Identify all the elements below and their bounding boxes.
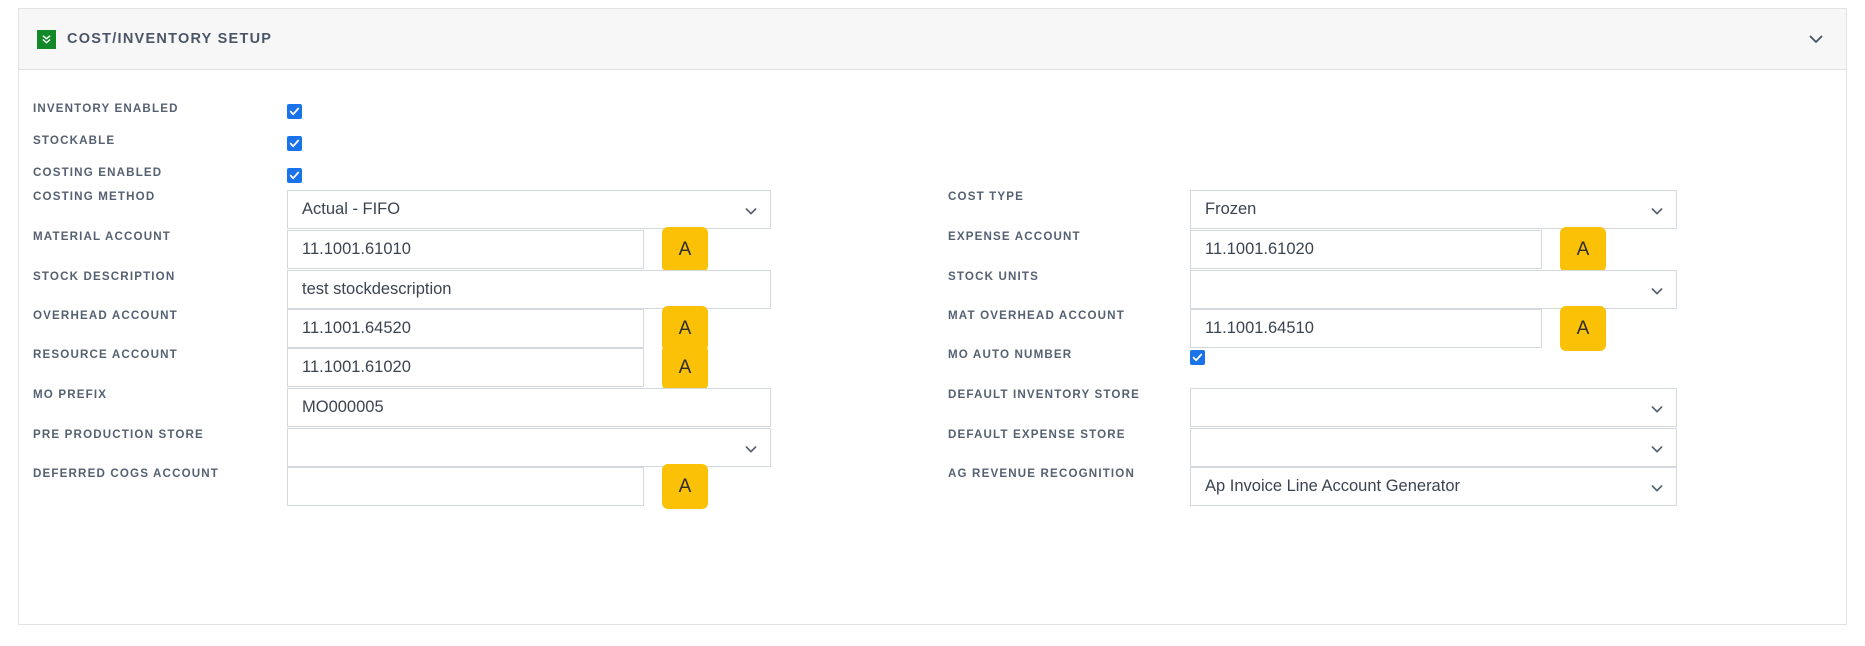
field-row-stock-description: STOCK DESCRIPTION test stockdescription [19,270,934,309]
field-control-pre-production-store [287,428,771,467]
chevron-down-icon[interactable] [1649,191,1665,228]
select-value-ag-revenue-recognition: Ap Invoice Line Account Generator [1205,477,1460,495]
field-label-costing-method: COSTING METHOD [33,190,156,203]
field-label-stock-units: STOCK UNITS [948,270,1040,283]
select-value-cost-type: Frozen [1205,200,1257,218]
field-label-mat-overhead-account: MAT OVERHEAD ACCOUNT [948,309,1125,322]
field-control-overhead-account: 11.1001.64520 A [287,306,708,351]
select-default-inventory-store[interactable] [1190,388,1677,427]
field-row-pre-production-store: PRE PRODUCTION STORE [19,428,934,467]
field-row-overhead-account: OVERHEAD ACCOUNT 11.1001.64520 A [19,306,934,351]
field-control-stock-description: test stockdescription [287,270,771,309]
field-control-mo-prefix: MO000005 [287,388,771,427]
field-row-costing-method: COSTING METHOD Actual - FIFO [19,190,934,229]
checkbox-inventory-enabled[interactable] [287,104,302,119]
chevron-down-icon[interactable] [1806,29,1826,49]
field-label-ag-revenue-recognition: AG REVENUE RECOGNITION [948,467,1135,480]
input-expense-account[interactable]: 11.1001.61020 [1190,230,1542,269]
chevron-down-icon[interactable] [743,429,759,466]
input-stock-description[interactable]: test stockdescription [287,270,771,309]
input-mat-overhead-account[interactable]: 11.1001.64510 [1190,309,1542,348]
select-value-costing-method: Actual - FIFO [302,200,401,218]
field-control-deferred-cogs-account: A [287,464,708,509]
field-control-cost-type: Frozen [1190,190,1677,229]
checkbox-stockable[interactable] [287,136,302,151]
chevron-down-icon[interactable] [1649,389,1665,426]
field-row-expense-account: EXPENSE ACCOUNT 11.1001.61020 A [934,227,1848,272]
checkbox-mo-auto-number[interactable] [1190,350,1205,365]
field-label-costing-enabled: COSTING ENABLED [33,166,163,179]
field-label-stock-description: STOCK DESCRIPTION [33,270,176,283]
account-generator-button-deferred-cogs-account[interactable]: A [662,464,708,509]
select-stock-units[interactable] [1190,270,1677,309]
select-pre-production-store[interactable] [287,428,771,467]
field-control-costing-enabled [287,167,302,183]
select-ag-revenue-recognition[interactable]: Ap Invoice Line Account Generator [1190,467,1677,506]
panel-body: INVENTORY ENABLED STOCKABLE COSTING ENABLE… [18,70,1847,625]
account-generator-button-material-account[interactable]: A [662,227,708,272]
field-control-material-account: 11.1001.61010 A [287,227,708,272]
account-generator-button-mat-overhead-account[interactable]: A [1560,306,1606,351]
field-row-mo-prefix: MO PREFIX MO000005 [19,388,934,427]
field-row-stock-units: STOCK UNITS [934,270,1848,309]
panel-header[interactable]: COST/INVENTORY SETUP [18,8,1847,70]
field-control-inventory-enabled [287,103,302,119]
chevron-down-icon[interactable] [1649,468,1665,505]
input-resource-account[interactable]: 11.1001.61020 [287,348,644,387]
field-control-stockable [287,135,302,151]
field-label-overhead-account: OVERHEAD ACCOUNT [33,309,178,322]
field-label-mo-auto-number: MO AUTO NUMBER [948,348,1073,361]
field-control-default-inventory-store [1190,388,1677,427]
field-label-stockable: STOCKABLE [33,134,116,147]
field-row-resource-account: RESOURCE ACCOUNT 11.1001.61020 A [19,345,934,390]
field-control-mo-auto-number [1190,349,1205,365]
field-label-default-inventory-store: DEFAULT INVENTORY STORE [948,388,1141,401]
select-cost-type[interactable]: Frozen [1190,190,1677,229]
field-row-default-expense-store: DEFAULT EXPENSE STORE [934,428,1848,467]
field-label-default-expense-store: DEFAULT EXPENSE STORE [948,428,1126,441]
field-row-ag-revenue-recognition: AG REVENUE RECOGNITION Ap Invoice Line Ac… [934,467,1848,506]
field-row-cost-type: COST TYPE Frozen [934,190,1848,229]
field-control-default-expense-store [1190,428,1677,467]
field-label-inventory-enabled: INVENTORY ENABLED [33,102,179,115]
field-label-pre-production-store: PRE PRODUCTION STORE [33,428,204,441]
field-label-resource-account: RESOURCE ACCOUNT [33,348,178,361]
field-row-mo-auto-number: MO AUTO NUMBER [934,348,1848,387]
page-title: COST/INVENTORY SETUP [67,31,273,47]
field-label-material-account: MATERIAL ACCOUNT [33,230,171,243]
field-label-cost-type: COST TYPE [948,190,1025,203]
chevron-down-icon[interactable] [1649,271,1665,308]
input-mo-prefix[interactable]: MO000005 [287,388,771,427]
field-row-mat-overhead-account: MAT OVERHEAD ACCOUNT 11.1001.64510 A [934,306,1848,351]
select-default-expense-store[interactable] [1190,428,1677,467]
field-control-expense-account: 11.1001.61020 A [1190,227,1606,272]
field-control-mat-overhead-account: 11.1001.64510 A [1190,306,1606,351]
checkbox-costing-enabled[interactable] [287,168,302,183]
field-label-expense-account: EXPENSE ACCOUNT [948,230,1081,243]
field-control-ag-revenue-recognition: Ap Invoice Line Account Generator [1190,467,1677,506]
field-control-costing-method: Actual - FIFO [287,190,771,229]
field-control-stock-units [1190,270,1677,309]
collapse-green-icon [37,29,56,49]
chevron-down-icon[interactable] [743,191,759,228]
input-deferred-cogs-account[interactable] [287,467,644,506]
input-overhead-account[interactable]: 11.1001.64520 [287,309,644,348]
field-label-mo-prefix: MO PREFIX [33,388,108,401]
input-material-account[interactable]: 11.1001.61010 [287,230,644,269]
field-row-material-account: MATERIAL ACCOUNT 11.1001.61010 A [19,227,934,272]
select-costing-method[interactable]: Actual - FIFO [287,190,771,229]
chevron-down-icon[interactable] [1649,429,1665,466]
account-generator-button-resource-account[interactable]: A [662,345,708,390]
cost-inventory-setup-screen: COST/INVENTORY SETUP INVENTORY ENABLED ST… [0,0,1865,646]
field-control-resource-account: 11.1001.61020 A [287,345,708,390]
account-generator-button-expense-account[interactable]: A [1560,227,1606,272]
field-row-deferred-cogs-account: DEFERRED COGS ACCOUNT A [19,464,934,509]
field-row-default-inventory-store: DEFAULT INVENTORY STORE [934,388,1848,427]
field-label-deferred-cogs-account: DEFERRED COGS ACCOUNT [33,467,220,480]
